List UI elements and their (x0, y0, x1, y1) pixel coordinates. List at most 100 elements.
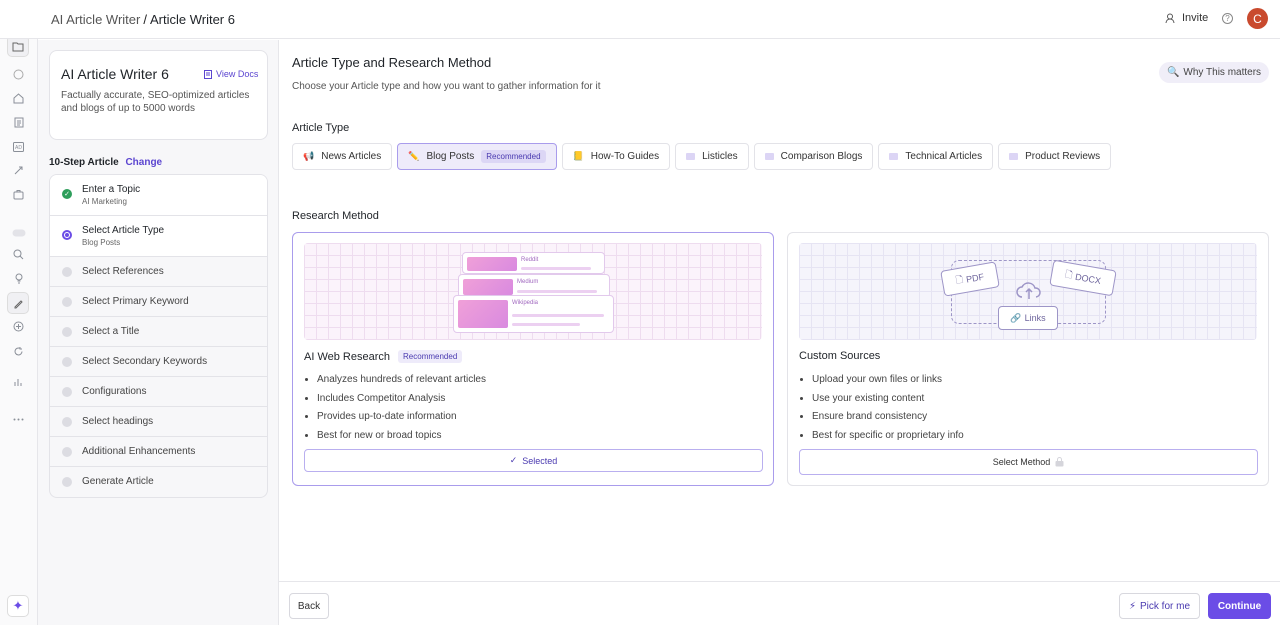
view-docs-link[interactable]: View Docs (204, 69, 258, 79)
select-method-label: Select Method (992, 457, 1051, 467)
ad-icon[interactable]: AD (12, 140, 25, 153)
more-icon[interactable] (12, 413, 25, 426)
writer-title: AI Article Writer 6 (61, 66, 169, 82)
lock-icon (1055, 457, 1064, 467)
article-type-listicles[interactable]: Listicles (675, 143, 749, 170)
review-icon (1009, 153, 1019, 160)
steps-sidebar: AI Article Writer 6 View Docs Factually … (38, 40, 279, 625)
pending-step-icon (62, 477, 72, 487)
custom-sources-illustration: 🗋 PDF 🗋 DOCX 🔗 Links (799, 243, 1257, 340)
article-type-label: Technical Articles (905, 151, 983, 162)
method-name: AI Web Research (304, 350, 391, 363)
step-label: Select References (82, 266, 164, 277)
invite-button[interactable]: Invite (1165, 12, 1208, 24)
pen-icon[interactable] (7, 292, 29, 314)
pending-step-icon (62, 357, 72, 367)
invite-label: Invite (1182, 12, 1209, 24)
breadcrumb-separator: / (143, 12, 147, 27)
cloud-upload-icon (1016, 282, 1041, 299)
page-title: Article Type and Research Method (292, 55, 492, 70)
footer-bar: Back ⚡ Pick for me Continue (279, 581, 1280, 625)
breadcrumb-parent[interactable]: AI Article Writer (51, 12, 140, 27)
article-type-label: How-To Guides (590, 151, 660, 162)
article-type-label: Comparison Blogs (780, 151, 863, 162)
pending-step-icon (62, 267, 72, 277)
step-item[interactable]: Generate Article (50, 467, 267, 497)
continue-button[interactable]: Continue (1208, 593, 1271, 619)
step-label: Additional Enhancements (82, 446, 196, 457)
method-features: Analyzes hundreds of relevant articles I… (317, 373, 486, 447)
article-type-howto[interactable]: 📒 How-To Guides (561, 143, 671, 170)
method-title: AI Web Research Recommended (304, 350, 463, 363)
step-label: Configurations (82, 386, 147, 397)
method-features: Upload your own files or links Use your … (812, 373, 964, 447)
method-card-custom-sources[interactable]: 🗋PDF 🗋DOCX 🔗Links Custom Sources Upload … (787, 232, 1269, 486)
feature-item: Best for specific or proprietary info (812, 429, 964, 448)
document-icon[interactable] (12, 116, 25, 129)
change-link[interactable]: Change (125, 157, 162, 168)
article-type-comparison[interactable]: Comparison Blogs (753, 143, 874, 170)
source-label: Medium (517, 279, 539, 285)
pending-step-icon (62, 447, 72, 457)
tag-label: DOCX (1074, 271, 1102, 287)
circle-icon[interactable] (12, 68, 25, 81)
step-item[interactable]: Configurations (50, 377, 267, 407)
step-item[interactable]: Select Article Type Blog Posts (50, 216, 267, 257)
step-label: Generate Article (82, 476, 154, 487)
step-item[interactable]: Select headings (50, 407, 267, 437)
article-type-news[interactable]: 📢 News Articles (292, 143, 393, 170)
sparkle-icon[interactable]: ✦ (7, 595, 29, 617)
wikipedia-icon (458, 300, 508, 328)
steps-title: 10-Step Article Change (49, 157, 162, 168)
file-icon: 🗋 (1064, 268, 1074, 281)
selected-button[interactable]: ✓ Selected (304, 449, 763, 472)
step-item[interactable]: Select Primary Keyword (50, 287, 267, 317)
technical-icon (889, 153, 899, 160)
bar-chart-icon[interactable] (12, 375, 25, 388)
avatar[interactable]: C (1247, 8, 1268, 29)
pending-step-icon (62, 327, 72, 337)
link-icon: 🔗 (1010, 312, 1022, 323)
article-type-list: 📢 News Articles ✏️ Blog Posts Recommende… (292, 143, 1112, 170)
feature-item: Best for new or broad topics (317, 429, 486, 448)
article-type-label: News Articles (321, 151, 382, 162)
steps-title-label: 10-Step Article (49, 157, 119, 168)
bag-icon[interactable] (12, 188, 25, 201)
recommended-badge: Recommended (481, 150, 546, 163)
back-button[interactable]: Back (289, 593, 329, 619)
article-type-blog[interactable]: ✏️ Blog Posts Recommended (397, 143, 557, 170)
view-docs-label: View Docs (216, 69, 259, 79)
bulb-icon[interactable] (12, 272, 25, 285)
feature-item: Includes Competitor Analysis (317, 392, 486, 411)
toggle-icon[interactable] (12, 226, 26, 239)
source-label: Wikipedia (512, 300, 539, 306)
magnifier-icon[interactable] (12, 248, 25, 261)
reddit-icon (467, 257, 517, 271)
help-icon[interactable]: ? (1222, 13, 1233, 24)
pencil-icon: ✏️ (408, 151, 420, 161)
plus-circle-icon[interactable] (12, 320, 25, 333)
step-item[interactable]: Select a Title (50, 317, 267, 347)
why-this-matters-button[interactable]: 🔍 Why This matters (1159, 62, 1269, 83)
refresh-icon[interactable] (12, 345, 25, 358)
select-method-button[interactable]: Select Method (799, 449, 1258, 475)
step-item[interactable]: Select Secondary Keywords (50, 347, 267, 377)
step-item[interactable]: Additional Enhancements (50, 437, 267, 467)
pick-for-me-button[interactable]: ⚡ Pick for me (1119, 593, 1200, 619)
pick-label: Pick for me (1140, 600, 1191, 612)
method-name: Custom Sources (799, 350, 881, 362)
pending-step-icon (62, 387, 72, 397)
step-item[interactable]: ✓ Enter a Topic AI Marketing (50, 175, 267, 216)
step-item[interactable]: Select References (50, 257, 267, 287)
feature-item: Use your existing content (812, 392, 964, 411)
method-title: Custom Sources (799, 350, 880, 362)
step-label: Enter a Topic (82, 184, 141, 195)
method-card-web-research[interactable]: Reddit Medium Wikipedia AI Web Research … (292, 232, 774, 486)
check-icon: ✓ (509, 455, 518, 465)
step-label: Select Article Type (82, 225, 165, 236)
rocket-icon[interactable] (12, 164, 25, 177)
article-type-technical[interactable]: Technical Articles (878, 143, 994, 170)
pending-step-icon (62, 297, 72, 307)
article-type-reviews[interactable]: Product Reviews (998, 143, 1112, 170)
home-icon[interactable] (12, 92, 25, 105)
